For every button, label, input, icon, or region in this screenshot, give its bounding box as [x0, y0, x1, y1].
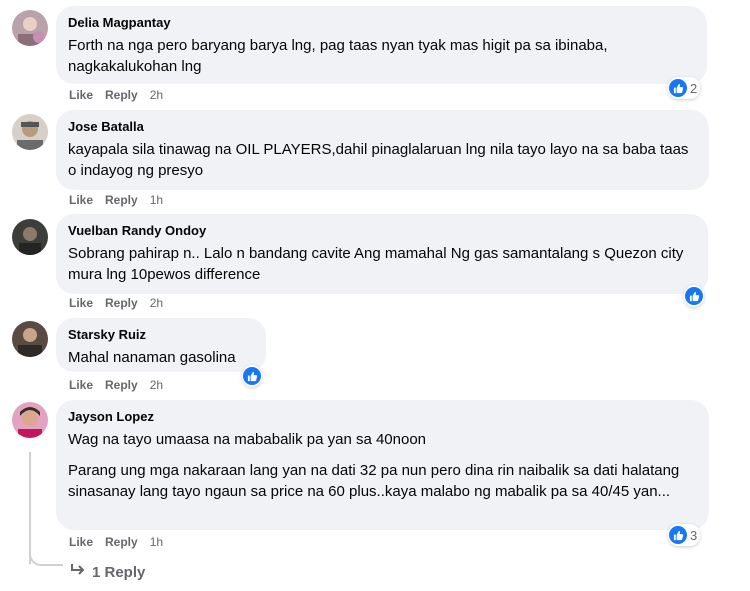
reply-thread-connector: [29, 540, 63, 566]
comment-timestamp[interactable]: 2h: [150, 296, 163, 310]
reply-button[interactable]: Reply: [105, 193, 138, 207]
comment-author[interactable]: Jayson Lopez: [68, 408, 697, 425]
comment-text: Forth na nga pero baryang barya lng, pag…: [68, 37, 608, 75]
comment-actions: Like Reply 2h: [69, 296, 163, 310]
reply-arrow-icon: [70, 563, 86, 581]
comment-timestamp[interactable]: 1h: [150, 535, 163, 549]
reply-button[interactable]: Reply: [105, 535, 138, 549]
replies-count-label: 1 Reply: [92, 563, 146, 581]
like-reaction-icon: [685, 287, 703, 305]
comment-text: Sobrang pahirap n.. Lalo n bandang cavit…: [68, 245, 684, 283]
like-button[interactable]: Like: [69, 378, 93, 392]
comment-actions: Like Reply 1h: [69, 535, 163, 549]
comment-bubble: Delia Magpantay Forth na nga pero baryan…: [56, 6, 707, 84]
reaction-count[interactable]: [242, 365, 262, 387]
comment-timestamp[interactable]: 2h: [150, 378, 163, 392]
comment-actions: Like Reply 1h: [69, 193, 163, 207]
reply-button[interactable]: Reply: [105, 296, 138, 310]
comment-text: Parang ung mga nakaraan lang yan na dati…: [68, 462, 680, 500]
like-button[interactable]: Like: [69, 296, 93, 310]
reply-button[interactable]: Reply: [105, 88, 138, 102]
like-button[interactable]: Like: [69, 88, 93, 102]
like-reaction-icon: [669, 79, 687, 97]
like-reaction-icon: [669, 526, 687, 544]
comment-actions: Like Reply 2h: [69, 378, 163, 392]
comment-bubble: Starsky Ruiz Mahal nanaman gasolina: [56, 318, 266, 372]
comment-text: kayapala sila tinawag na OIL PLAYERS,dah…: [68, 141, 689, 179]
avatar[interactable]: [12, 10, 48, 46]
reaction-number: 3: [690, 527, 698, 543]
comment-text: Wag na tayo umaasa na mababalik pa yan s…: [68, 431, 427, 448]
comment-bubble: Jayson Lopez Wag na tayo umaasa na mabab…: [56, 400, 709, 530]
reaction-count[interactable]: 3: [668, 524, 701, 546]
avatar[interactable]: [12, 114, 48, 150]
avatar[interactable]: [12, 321, 48, 357]
comment-author[interactable]: Starsky Ruiz: [68, 326, 254, 343]
comment-bubble: Jose Batalla kayapala sila tinawag na OI…: [56, 110, 709, 190]
comment-author[interactable]: Delia Magpantay: [68, 14, 695, 31]
like-button[interactable]: Like: [69, 535, 93, 549]
reply-button[interactable]: Reply: [105, 378, 138, 392]
like-button[interactable]: Like: [69, 193, 93, 207]
comment-actions: Like Reply 2h: [69, 88, 163, 102]
comment-text: Mahal nanaman gasolina: [68, 349, 236, 366]
comment-author[interactable]: Jose Batalla: [68, 118, 697, 135]
comment-timestamp[interactable]: 2h: [150, 88, 163, 102]
avatar[interactable]: [12, 219, 48, 255]
like-reaction-icon: [243, 367, 261, 385]
avatar[interactable]: [12, 402, 48, 438]
comment-author[interactable]: Vuelban Randy Ondoy: [68, 222, 696, 239]
reaction-number: 2: [690, 80, 698, 96]
comment-bubble: Vuelban Randy Ondoy Sobrang pahirap n.. …: [56, 214, 708, 294]
view-replies-link[interactable]: 1 Reply: [70, 563, 145, 581]
reaction-count[interactable]: [684, 285, 704, 307]
reaction-count[interactable]: 2: [668, 77, 701, 99]
comment-timestamp[interactable]: 1h: [150, 193, 163, 207]
